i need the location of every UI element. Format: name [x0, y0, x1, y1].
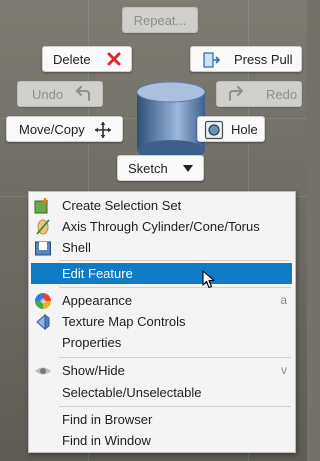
mouse-cursor-icon — [202, 270, 215, 289]
hole-label: Hole — [231, 122, 258, 137]
texture-map-icon — [34, 313, 52, 331]
undo-icon — [74, 86, 92, 102]
menu-item-shell[interactable]: Shell — [29, 237, 295, 258]
menu-item-texture-map-controls[interactable]: Texture Map Controls — [29, 311, 295, 332]
redo-icon — [227, 86, 245, 102]
menu-separator — [59, 406, 291, 407]
delete-label: Delete — [53, 51, 91, 67]
menu-item-appearance[interactable]: Appearance a — [29, 290, 295, 311]
redo-label: Redo — [266, 87, 298, 102]
context-menu: Create Selection Set Axis Through Cylind… — [28, 191, 296, 453]
hole-button[interactable]: Hole — [197, 116, 265, 142]
redo-button[interactable]: Redo — [216, 81, 302, 107]
menu-item-edit-feature[interactable]: Edit Feature — [31, 263, 292, 284]
hole-icon — [204, 120, 224, 140]
sketch-label: Sketch — [128, 160, 168, 176]
undo-label: Undo — [32, 86, 64, 102]
menu-item-find-in-window[interactable]: Find in Window — [29, 430, 295, 451]
caret-down-icon — [183, 165, 193, 173]
selection-set-icon — [34, 197, 52, 215]
menu-item-create-selection-set[interactable]: Create Selection Set — [29, 195, 295, 216]
shell-icon — [34, 239, 52, 257]
menu-separator — [59, 357, 291, 358]
menu-item-properties[interactable]: Properties — [29, 332, 295, 353]
repeat-button[interactable]: Repeat... — [122, 7, 198, 33]
menu-item-selectable-unselectable[interactable]: Selectable/Unselectable — [29, 382, 295, 403]
appearance-shortcut: a — [280, 293, 287, 307]
sketch-button[interactable]: Sketch — [117, 155, 204, 181]
undo-button[interactable]: Undo — [17, 81, 103, 107]
move-copy-button[interactable]: Move/Copy — [6, 116, 123, 142]
delete-button[interactable]: Delete — [42, 46, 132, 72]
move-copy-label: Move/Copy — [19, 121, 85, 137]
menu-item-axis-through-cylinder[interactable]: Axis Through Cylinder/Cone/Torus — [29, 216, 295, 237]
press-pull-icon — [201, 50, 221, 70]
appearance-icon — [34, 292, 52, 310]
eye-icon — [34, 362, 52, 380]
show-hide-shortcut: v — [281, 363, 287, 377]
menu-item-find-in-browser[interactable]: Find in Browser — [29, 409, 295, 430]
press-pull-label: Press Pull — [234, 52, 293, 67]
menu-separator — [59, 287, 291, 288]
menu-separator — [59, 260, 291, 261]
axis-icon — [34, 218, 52, 236]
press-pull-button[interactable]: Press Pull — [190, 46, 302, 72]
delete-x-icon — [107, 52, 121, 66]
repeat-label: Repeat... — [133, 12, 187, 28]
menu-item-show-hide[interactable]: Show/Hide v — [29, 360, 295, 381]
move-arrows-icon — [94, 121, 112, 139]
